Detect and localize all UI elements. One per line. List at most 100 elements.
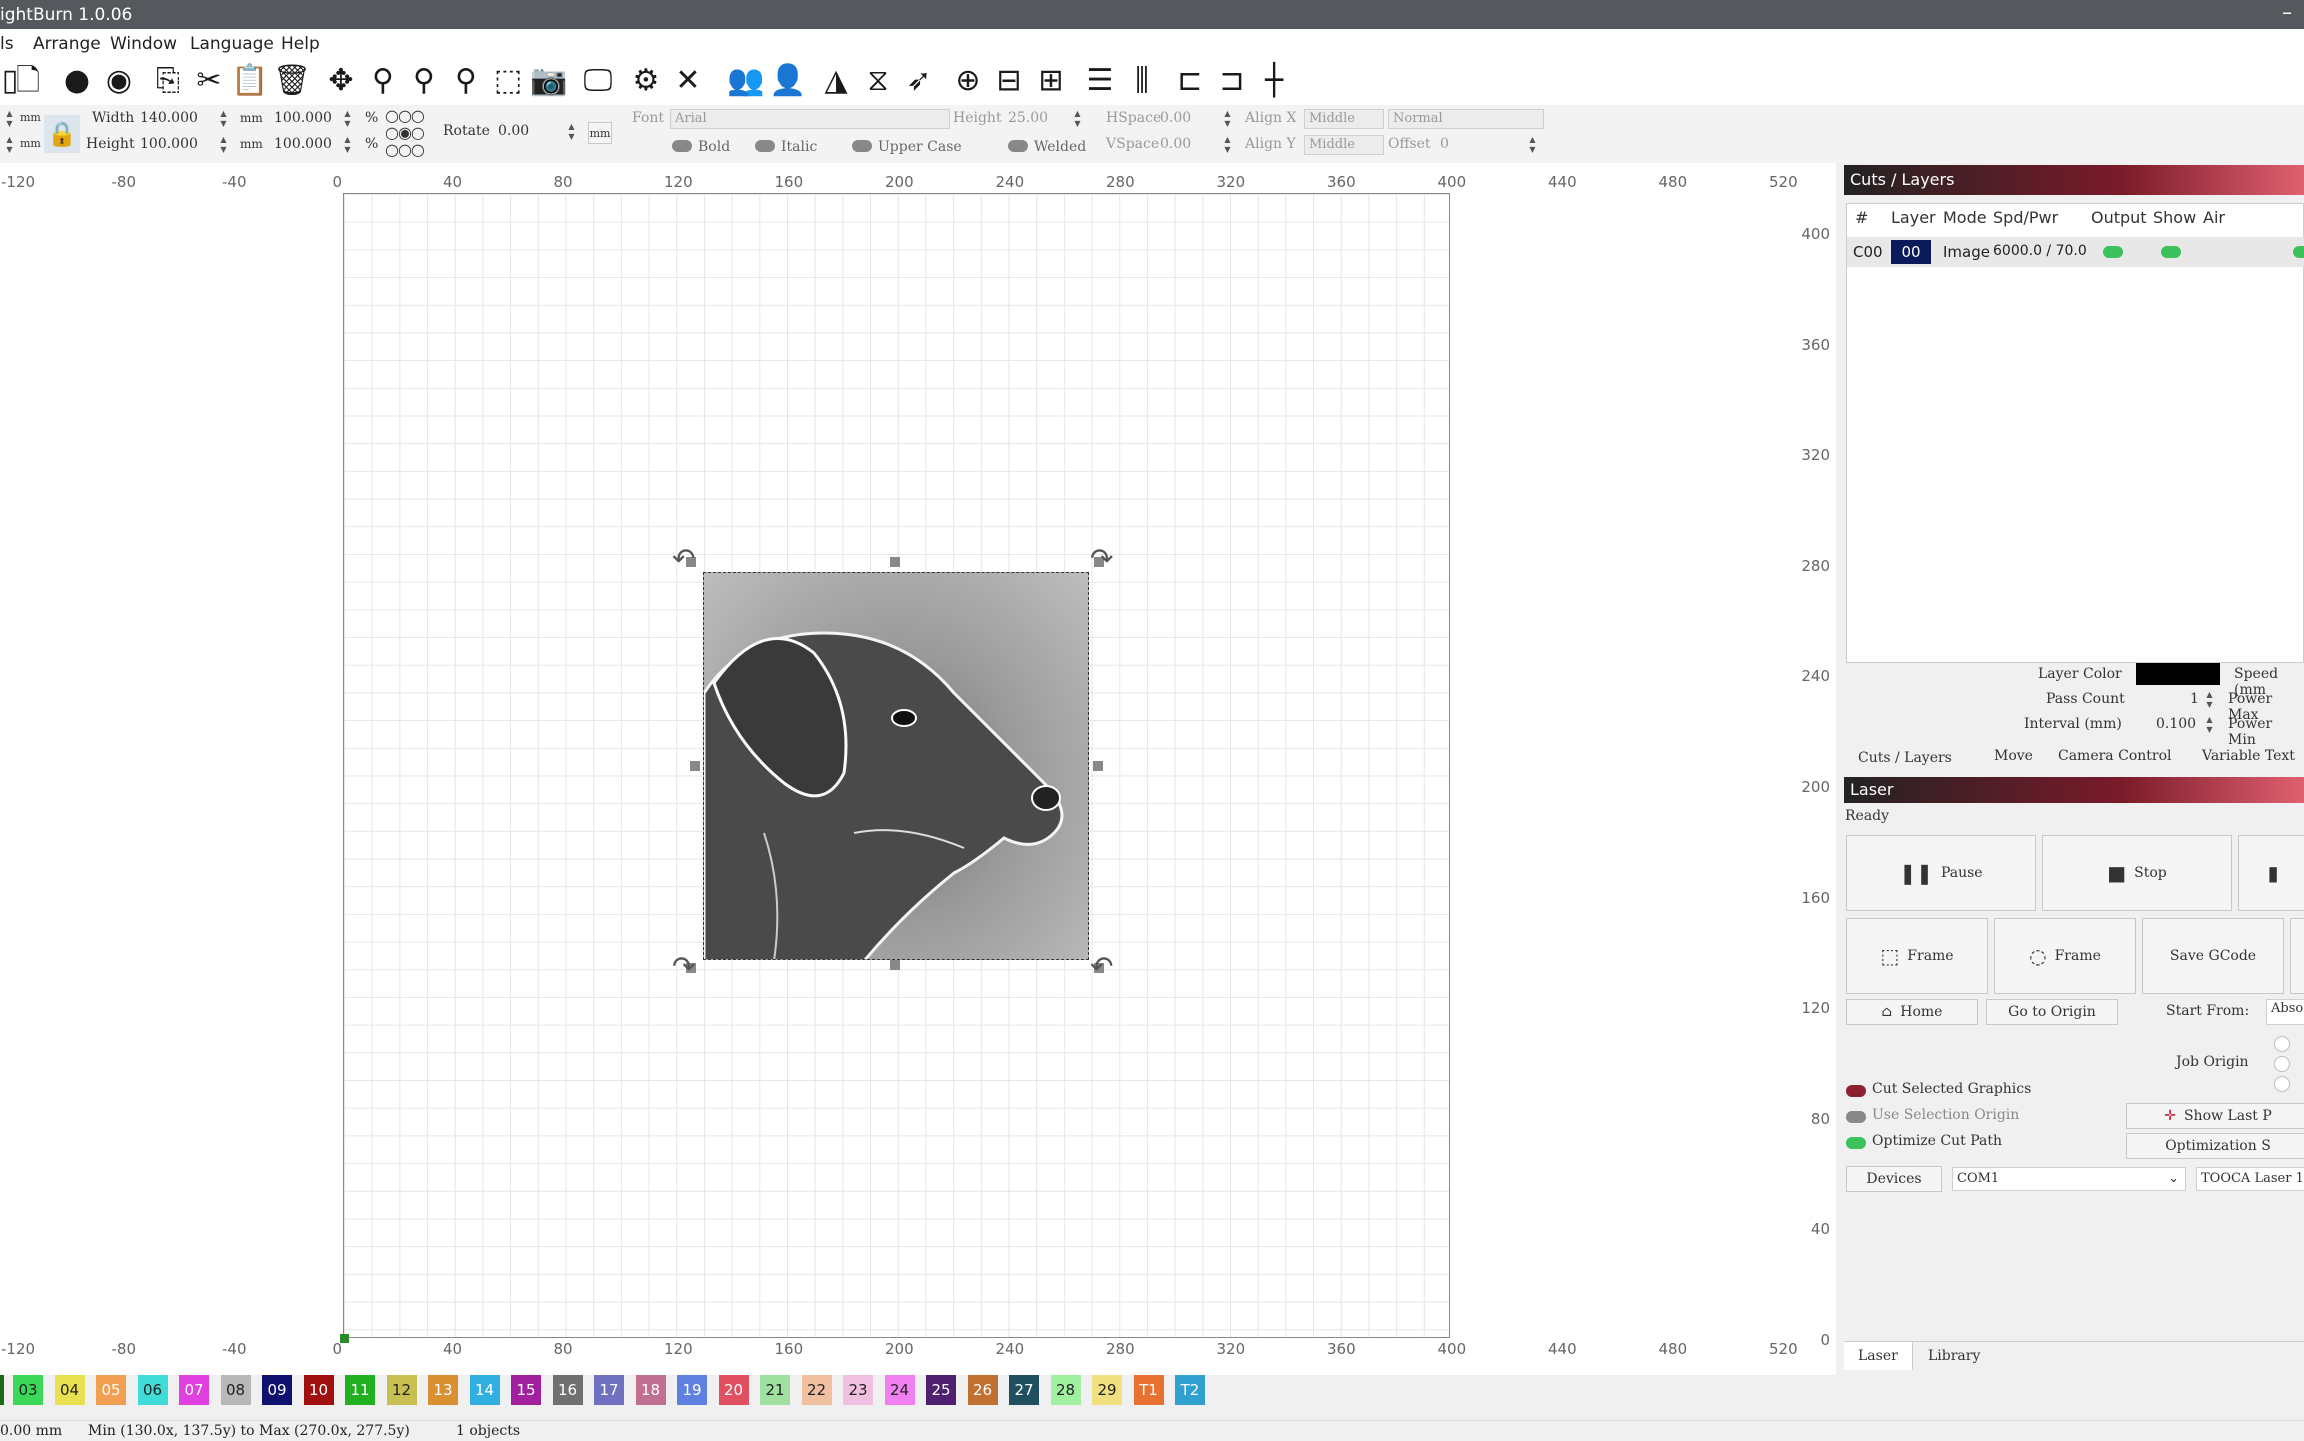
text-height-spinner[interactable]: ▲ ▼ [1072,109,1083,129]
frame-rect-button[interactable]: ⬚ Frame [1846,918,1988,994]
start-from-dropdown[interactable]: Abso [2266,999,2304,1025]
italic-toggle[interactable]: Italic [755,139,817,155]
palette-swatch-13[interactable]: 13 [428,1375,458,1405]
rotate-handle-bl-icon[interactable]: ↷ [672,950,695,983]
monitor-icon[interactable]: 🖵 [580,63,616,99]
layer-row[interactable]: C00 00 Image 6000.0 / 70.0 [1847,237,2304,267]
palette-swatch-14[interactable]: 14 [469,1375,500,1405]
hspace-field[interactable]: 0.00 [1160,110,1191,126]
target-icon[interactable]: ⊕ [950,63,986,99]
space-v-icon[interactable]: ⊐ [1214,63,1250,99]
select-icon[interactable]: ⬚ [490,63,526,99]
tab-cuts-layers[interactable]: Cuts / Layers [1858,750,1952,766]
paste-icon[interactable]: 📋 [231,63,268,99]
offset-field[interactable]: 0 [1440,136,1449,152]
scale-width-spinner[interactable]: ▲ ▼ [342,109,353,129]
anchor-grid-icon[interactable]: ○○○ ○◉○ ○○○ [385,107,439,161]
go-to-origin-button[interactable]: Go to Origin [1986,999,2118,1025]
pause-button[interactable]: ❚❚ Pause [1846,835,2036,911]
tools-icon[interactable]: ✕ [670,63,706,99]
rotate-spinner[interactable]: ▲ ▼ [566,122,577,142]
menu-window[interactable]: Window [110,34,177,54]
palette-swatch-11[interactable]: 11 [345,1375,375,1405]
x-spinner[interactable]: ▲ ▼ [4,109,15,129]
dog-image[interactable] [703,572,1089,960]
palette-swatch-29[interactable]: 29 [1092,1375,1122,1405]
align-icon[interactable]: ⊟ [991,63,1027,99]
resize-handle-l[interactable] [690,761,700,771]
settings-icon[interactable]: ⚙ [628,63,664,99]
palette-swatch-10[interactable]: 10 [303,1375,334,1405]
scale-height-spinner[interactable]: ▲ ▼ [342,135,353,155]
height-field[interactable]: 100.000 [140,136,198,152]
menu-help[interactable]: Help [281,34,320,54]
width-spinner[interactable]: ▲ ▼ [218,109,229,129]
aligny-dropdown[interactable]: Middle [1304,135,1384,155]
layer-row-swatch[interactable]: 00 [1891,240,1931,264]
layer-show-toggle[interactable] [2161,246,2181,258]
palette-swatch-20[interactable]: 20 [718,1375,749,1405]
devices-button[interactable]: Devices [1846,1166,1942,1192]
upper-case-toggle[interactable]: Upper Case [852,139,962,155]
palette-swatch-06[interactable]: 06 [137,1375,168,1405]
rotate-field[interactable]: 0.00 [498,123,529,139]
layer-output-toggle[interactable] [2103,246,2123,258]
flip-icon[interactable]: ◮ [818,63,854,99]
palette-swatch-23[interactable]: 23 [843,1375,873,1405]
alignx-dropdown[interactable]: Middle [1304,109,1384,129]
width-field[interactable]: 140.000 [140,110,198,126]
send-button[interactable] [2290,918,2304,994]
palette-swatch-03[interactable]: 03 [13,1375,43,1405]
camera-icon[interactable]: 📷 [530,63,567,99]
start-button[interactable]: ▮ [2238,835,2304,911]
palette-swatch-08[interactable]: 08 [220,1375,251,1405]
origin-icon[interactable]: ┼ [1256,63,1292,99]
palette-swatch-27[interactable]: 27 [1009,1375,1039,1405]
space-h-icon[interactable]: ⊏ [1172,63,1208,99]
palette-swatch-22[interactable]: 22 [801,1375,832,1405]
resize-handle-b[interactable] [890,960,900,970]
rotate-handle-tl-icon[interactable]: ↶ [672,542,695,575]
cut-selected-toggle[interactable] [1846,1085,1866,1097]
layer-color-swatch[interactable] [2136,663,2220,685]
palette-swatch-05[interactable]: 05 [96,1375,126,1405]
font-dropdown[interactable]: Arial [670,109,950,129]
frame-circle-button[interactable]: ◌ Frame [1994,918,2136,994]
palette-swatch-12[interactable]: 12 [386,1375,417,1405]
pass-count-spinner[interactable]: ▲ ▼ [2204,690,2215,710]
import-icon[interactable]: 🗋 [10,63,46,99]
zoom-in-icon[interactable]: ⚲ [406,63,442,99]
pass-count-field[interactable]: 1 [2190,691,2199,707]
user-icon[interactable]: 👤 [769,63,806,99]
layer-air-toggle[interactable] [2293,246,2304,258]
minimize-icon[interactable]: – [2282,0,2292,24]
resize-handle-r[interactable] [1093,761,1103,771]
zoom-icon[interactable]: ⚲ [365,63,401,99]
offset-spinner[interactable]: ▲ ▼ [1527,135,1538,155]
tab-move[interactable]: Move [1994,748,2033,764]
vspace-field[interactable]: 0.00 [1160,136,1191,152]
palette-swatch-04[interactable]: 04 [54,1375,85,1405]
undo-icon[interactable]: ● [59,63,95,99]
hspace-spinner[interactable]: ▲ ▼ [1222,109,1233,129]
palette-swatch-02[interactable] [0,1375,4,1405]
palette-swatch-T2[interactable]: T2 [1175,1375,1205,1405]
move-icon[interactable]: ✥ [323,63,359,99]
redo-icon[interactable]: ◉ [101,63,137,99]
menu-arrange[interactable]: Arrange [33,34,101,54]
palette-swatch-18[interactable]: 18 [635,1375,666,1405]
zoom-out-icon[interactable]: ⚲ [448,63,484,99]
distribute-v-icon[interactable]: ⫼ [1124,63,1160,99]
tab-laser[interactable]: Laser [1844,1342,1913,1370]
palette-swatch-21[interactable]: 21 [760,1375,790,1405]
palette-swatch-07[interactable]: 07 [179,1375,209,1405]
rotate-handle-br-icon[interactable]: ↶ [1090,950,1113,983]
palette-swatch-17[interactable]: 17 [594,1375,624,1405]
palette-swatch-15[interactable]: 15 [511,1375,541,1405]
tab-library[interactable]: Library [1928,1348,1980,1364]
rotate-unit-button[interactable]: mm [588,122,612,144]
tab-variable-text[interactable]: Variable Text [2202,748,2295,764]
palette-swatch-09[interactable]: 09 [262,1375,292,1405]
paper-plane-icon[interactable]: ➶ [901,63,937,99]
distribute-icon[interactable]: ⊞ [1033,63,1069,99]
